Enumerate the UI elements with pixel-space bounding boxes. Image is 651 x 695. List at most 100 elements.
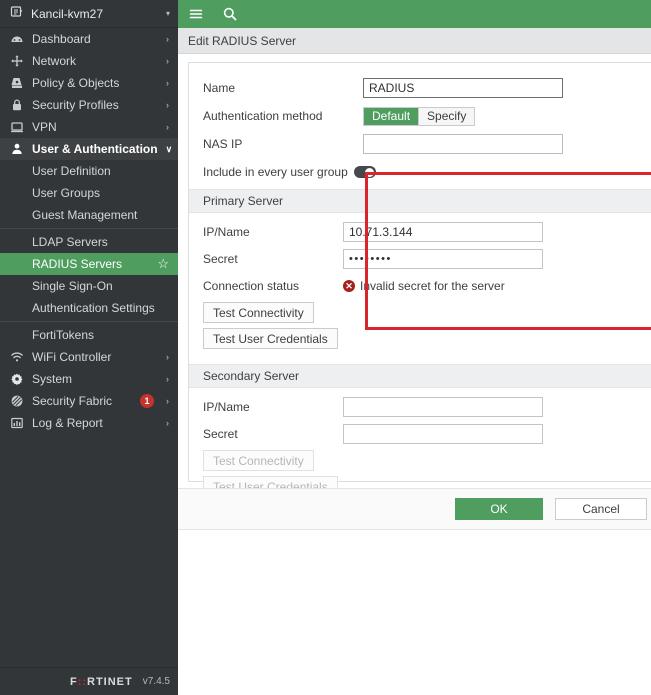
sidebar-item-radius-servers[interactable]: RADIUS Servers ☆ (0, 253, 178, 275)
sidebar-item-label: System (32, 372, 158, 386)
user-icon (10, 142, 24, 156)
primary-secret-row: Secret (189, 248, 651, 270)
primary-secret-label: Secret (203, 252, 343, 266)
version-label: v7.4.5 (143, 676, 170, 687)
chevron-right-icon: › (166, 34, 169, 44)
nas-ip-label: NAS IP (203, 137, 363, 151)
auth-method-option-default[interactable]: Default (364, 108, 419, 125)
toggle-knob (365, 168, 374, 177)
secondary-ip-name-input[interactable] (343, 397, 543, 417)
sidebar-footer: F::RTINET v7.4.5 (0, 667, 178, 695)
auth-method-row: Authentication method Default Specify (189, 105, 651, 127)
sidebar-item-user-groups[interactable]: User Groups (0, 182, 178, 204)
logo-text-a: F (70, 676, 78, 688)
device-selector[interactable]: Kancil-kvm27 ▾ (0, 0, 178, 28)
breadcrumb: Edit RADIUS Server (178, 28, 651, 54)
gear-icon (10, 372, 24, 386)
sidebar-item-log-report[interactable]: Log & Report › (0, 412, 178, 434)
device-icon (10, 5, 24, 22)
lock-icon (10, 98, 24, 112)
page-title: Edit RADIUS Server (188, 34, 296, 48)
top-bar (178, 0, 651, 28)
logo-dots: :: (78, 676, 87, 688)
secondary-ip-name-label: IP/Name (203, 400, 343, 414)
sidebar-item-label: Security Fabric (32, 394, 132, 408)
wifi-icon (10, 350, 24, 364)
chevron-down-icon: ∨ (166, 144, 173, 155)
sidebar-subitem-label: FortiTokens (32, 328, 169, 342)
sidebar-item-network[interactable]: Network › (0, 50, 178, 72)
search-icon[interactable] (222, 6, 238, 22)
include-user-group-label: Include in every user group (203, 165, 348, 179)
auth-method-option-specify[interactable]: Specify (419, 108, 474, 125)
fortinet-logo: F::RTINET (70, 676, 133, 688)
sidebar-item-guest-management[interactable]: Guest Management (0, 204, 178, 226)
sidebar-item-ldap-servers[interactable]: LDAP Servers (0, 231, 178, 253)
sidebar-item-security-fabric[interactable]: Security Fabric 1 › (0, 390, 178, 412)
sidebar-item-label: Network (32, 54, 158, 68)
edit-radius-server-form: Name Authentication method Default Speci… (188, 62, 651, 482)
sidebar-item-vpn[interactable]: VPN › (0, 116, 178, 138)
sidebar-subitem-label: LDAP Servers (32, 235, 169, 249)
primary-connection-status-row: Connection status ✕ Invalid secret for t… (189, 275, 651, 297)
sidebar-item-system[interactable]: System › (0, 368, 178, 390)
primary-server-title: Primary Server (189, 189, 651, 213)
chevron-right-icon: › (166, 352, 169, 362)
primary-ip-name-input[interactable] (343, 222, 543, 242)
sidebar-item-user-definition[interactable]: User Definition (0, 160, 178, 182)
sidebar-item-label: User & Authentication (32, 142, 158, 156)
test-connectivity-button[interactable]: Test Connectivity (203, 302, 314, 323)
sidebar-item-single-sign-on[interactable]: Single Sign-On (0, 275, 178, 297)
sidebar-item-user-authentication[interactable]: User & Authentication ∨ (0, 138, 178, 160)
include-user-group-toggle[interactable] (354, 166, 376, 178)
connection-status-value: ✕ Invalid secret for the server (343, 279, 505, 293)
auth-method-segmented-control: Default Specify (363, 107, 475, 126)
secondary-secret-label: Secret (203, 427, 343, 441)
primary-ip-name-label: IP/Name (203, 225, 343, 239)
star-icon[interactable]: ☆ (157, 256, 169, 272)
ok-button[interactable]: OK (455, 498, 543, 520)
sidebar-item-label: Security Profiles (32, 98, 158, 112)
test-connectivity-button-secondary: Test Connectivity (203, 450, 314, 471)
fortigate-admin-ui: Kancil-kvm27 ▾ Dashboard › (0, 0, 651, 695)
cancel-button[interactable]: Cancel (555, 498, 647, 520)
auth-method-label: Authentication method (203, 109, 363, 123)
connection-status-label: Connection status (203, 279, 343, 293)
chevron-right-icon: › (166, 56, 169, 66)
sidebar-subitem-label: RADIUS Servers (32, 257, 157, 271)
sidebar-item-authentication-settings[interactable]: Authentication Settings (0, 297, 178, 319)
sidebar-divider (0, 321, 178, 322)
nas-ip-row: NAS IP (189, 133, 651, 155)
nas-ip-input[interactable] (363, 134, 563, 154)
name-label: Name (203, 81, 363, 95)
sidebar-item-label: Log & Report (32, 416, 158, 430)
sidebar-item-fortitokens[interactable]: FortiTokens (0, 324, 178, 346)
test-user-credentials-button[interactable]: Test User Credentials (203, 328, 338, 349)
hamburger-icon[interactable] (188, 6, 204, 22)
primary-server-buttons: Test Connectivity Test User Credentials (189, 302, 651, 354)
secondary-secret-row: Secret (189, 423, 651, 445)
sidebar-item-wifi-controller[interactable]: WiFi Controller › (0, 346, 178, 368)
sidebar-subitem-label: Authentication Settings (32, 301, 169, 315)
chevron-right-icon: › (166, 396, 169, 406)
name-input[interactable] (363, 78, 563, 98)
secondary-ip-name-row: IP/Name (189, 396, 651, 418)
primary-ip-name-row: IP/Name (189, 221, 651, 243)
sidebar-item-security-profiles[interactable]: Security Profiles › (0, 94, 178, 116)
primary-secret-input[interactable] (343, 249, 543, 269)
sidebar-item-policy-objects[interactable]: Policy & Objects › (0, 72, 178, 94)
sidebar-item-dashboard[interactable]: Dashboard › (0, 28, 178, 50)
network-icon (10, 54, 24, 68)
connection-status-message: Invalid secret for the server (360, 279, 505, 293)
fabric-icon (10, 394, 24, 408)
chart-icon (10, 416, 24, 430)
secondary-secret-input[interactable] (343, 424, 543, 444)
sidebar: Kancil-kvm27 ▾ Dashboard › (0, 0, 178, 695)
sidebar-subitem-label: Single Sign-On (32, 279, 169, 293)
primary-server-body: IP/Name Secret Connection status ✕ Inval… (189, 213, 651, 354)
sidebar-item-label: VPN (32, 120, 158, 134)
logo-text-b: RTINET (87, 676, 133, 688)
chevron-right-icon: › (166, 418, 169, 428)
chevron-right-icon: › (166, 122, 169, 132)
chevron-down-icon: ▾ (166, 9, 170, 18)
